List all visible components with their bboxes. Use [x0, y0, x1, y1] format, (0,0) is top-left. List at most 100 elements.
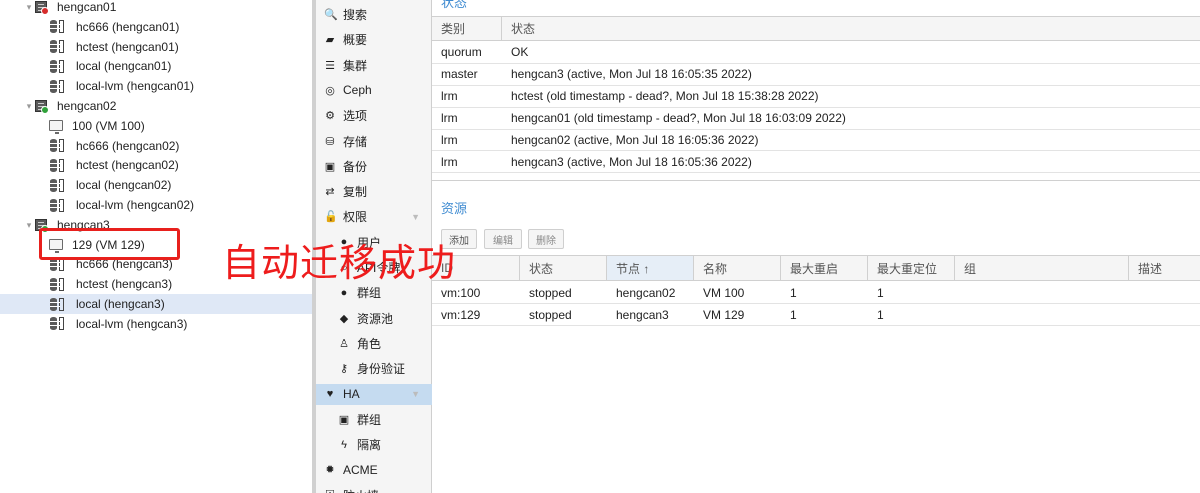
resource-name-cell: VM 129	[703, 307, 745, 322]
tree-item-storage[interactable]: hc666 (hengcan01)	[0, 17, 312, 37]
chevron-down-icon[interactable]: ▼	[411, 212, 420, 222]
table-row[interactable]: lrm hengcan02 (active, Mon Jul 18 16:05:3…	[432, 130, 1200, 152]
menu-item-male[interactable]: ♙ 角色	[316, 333, 432, 354]
menu-item-retweet[interactable]: ⇄ 复制	[316, 181, 432, 202]
resources-grid-header: ID 状态 节点 ↑ 名称 最大重启 最大重定位组描述	[432, 255, 1200, 281]
resource-status-cell: stopped	[529, 307, 572, 322]
shield-icon: ⛨	[324, 489, 336, 493]
menu-item-key[interactable]: ⚷ 身份验证	[316, 358, 432, 379]
status-category-cell: lrm	[441, 89, 458, 104]
resources-col-max-relocate[interactable]: 最大重定位	[868, 256, 955, 280]
table-row[interactable]: lrm hctest (old timestamp - dead?, Mon Ju…	[432, 86, 1200, 108]
menu-item-search[interactable]: 🔍 搜索	[316, 4, 432, 25]
status-grid-header: 类别 状态	[432, 16, 1200, 41]
status-value-cell: hengcan02 (active, Mon Jul 18 16:05:36 2…	[511, 133, 759, 148]
resources-col-status[interactable]: 状态	[520, 256, 607, 280]
menu-item-tags[interactable]: ◆ 资源池	[316, 308, 432, 329]
tree-item-label: hc666 (hengcan01)	[76, 19, 180, 34]
chevron-down-icon[interactable]: ▼	[411, 389, 420, 399]
storage-icon	[50, 178, 64, 192]
menu-item-unlock[interactable]: 🔓 权限 ▼	[316, 206, 432, 227]
menu-item-gear[interactable]: ⚙ 选项	[316, 105, 432, 126]
male-icon: ♙	[339, 337, 349, 350]
table-row[interactable]: vm:100 stopped hengcan02 VM 100 1 1	[432, 282, 1200, 304]
status-category-cell: lrm	[441, 154, 458, 169]
tree-item-storage[interactable]: hctest (hengcan01)	[0, 37, 312, 57]
menu-item-ceph[interactable]: ◎ Ceph	[316, 80, 432, 101]
tree-item-storage[interactable]: hc666 (hengcan02)	[0, 136, 312, 156]
vm129-highlight-box	[39, 228, 180, 260]
status-col-category[interactable]: 类别	[432, 17, 502, 40]
table-row[interactable]: lrm hengcan3 (active, Mon Jul 18 16:05:36…	[432, 152, 1200, 174]
edit-button[interactable]: 编辑	[484, 229, 522, 249]
resources-col-name[interactable]: 名称	[694, 256, 781, 280]
menu-item-label: 搜索	[343, 8, 368, 22]
menu-item-bolt[interactable]: ϟ 隔离	[316, 434, 432, 455]
tree-item-storage[interactable]: local (hengcan3)	[0, 294, 312, 314]
key-icon: ⚷	[339, 363, 349, 376]
heartbeat-icon: ♥	[326, 388, 334, 400]
status-col-status[interactable]: 状态	[502, 17, 1200, 40]
status-value-cell: OK	[511, 45, 529, 60]
table-row[interactable]: master hengcan3 (active, Mon Jul 18 16:05…	[432, 64, 1200, 86]
tree-item-node[interactable]: ▾ hengcan01	[0, 0, 312, 17]
menu-item-label: 权限	[343, 210, 368, 225]
tree-item-storage[interactable]: local-lvm (hengcan01)	[0, 76, 312, 96]
storage-icon	[50, 40, 64, 54]
floppy-icon: ▣	[324, 160, 336, 173]
menu-item-heartbeat[interactable]: ♥ HA ▼	[316, 383, 432, 405]
resource-group-cell	[955, 282, 1129, 303]
menu-item-book[interactable]: ▰ 概要	[316, 29, 432, 50]
error-badge-icon	[41, 7, 49, 15]
resources-col-max-restart[interactable]: 最大重启	[781, 256, 868, 280]
table-row[interactable]: vm:129 stopped hengcan3 VM 129 1 1	[432, 304, 1200, 326]
resources-col-group[interactable]: 组	[955, 256, 1129, 280]
tree-item-vm[interactable]: 100 (VM 100)	[0, 116, 312, 136]
ha-content: 状态 类别 状态 quorum OK master hengcan3 (active,…	[432, 0, 1200, 493]
storage-icon	[50, 20, 64, 34]
menu-item-label: 防火墙	[343, 487, 379, 493]
table-row[interactable]: lrm hengcan01 (old timestamp - dead?, Mon…	[432, 108, 1200, 130]
menu-item-shield[interactable]: ⛨ 防火墙	[316, 485, 432, 493]
menu-item-label: 角色	[357, 336, 382, 351]
tags-icon: ◆	[339, 312, 349, 325]
tree-item-storage[interactable]: local-lvm (hengcan02)	[0, 195, 312, 215]
menu-item-label: 集群	[343, 58, 368, 73]
expand-toggle-icon[interactable]: ▾	[24, 101, 34, 111]
unlock-icon: 🔓	[324, 211, 338, 224]
menu-item-label: 资源池	[357, 311, 394, 326]
menu-item-label: Ceph	[343, 83, 372, 98]
menu-item-label: 隔离	[357, 438, 382, 453]
status-category-cell: lrm	[441, 111, 458, 126]
status-category-cell: master	[441, 67, 478, 82]
menu-item-server[interactable]: ☰ 集群	[316, 55, 432, 76]
menu-item-floppy[interactable]: ▣ 备份	[316, 156, 432, 177]
resource-max-relocate-cell: 1	[877, 307, 884, 322]
storage-icon	[50, 79, 64, 93]
tree-item-label: hctest (hengcan01)	[76, 39, 179, 54]
book-icon: ▰	[325, 34, 335, 47]
tree-item-label: local-lvm (hengcan3)	[76, 316, 188, 331]
ceph-icon: ◎	[325, 84, 335, 97]
tree-item-storage[interactable]: hctest (hengcan02)	[0, 155, 312, 175]
storage-icon	[50, 317, 64, 331]
tree-item-storage[interactable]: local (hengcan02)	[0, 175, 312, 195]
tree-item-storage[interactable]: local (hengcan01)	[0, 56, 312, 76]
menu-item-certificate[interactable]: ✹ ACME	[316, 459, 432, 480]
retweet-icon: ⇄	[325, 186, 335, 199]
remove-button[interactable]: 删除	[528, 229, 564, 249]
menu-item-label: 备份	[343, 159, 368, 174]
resource-group-cell	[955, 304, 1129, 325]
resources-col-node[interactable]: 节点 ↑	[607, 256, 694, 280]
expand-toggle-icon[interactable]: ▾	[24, 220, 34, 230]
tree-item-node[interactable]: ▾ hengcan02	[0, 96, 312, 116]
resources-col-description[interactable]: 描述	[1129, 256, 1200, 280]
tree-item-label: local-lvm (hengcan01)	[76, 79, 195, 94]
expand-toggle-icon[interactable]: ▾	[24, 2, 34, 12]
menu-item-object-group[interactable]: ▣ 群组	[316, 409, 432, 430]
bolt-icon: ϟ	[341, 438, 347, 451]
menu-item-database[interactable]: ⛁ 存储	[316, 131, 432, 152]
tree-item-storage[interactable]: local-lvm (hengcan3)	[0, 314, 312, 334]
resources-panel-title: 资源	[441, 201, 468, 216]
table-row[interactable]: quorum OK	[432, 42, 1200, 64]
